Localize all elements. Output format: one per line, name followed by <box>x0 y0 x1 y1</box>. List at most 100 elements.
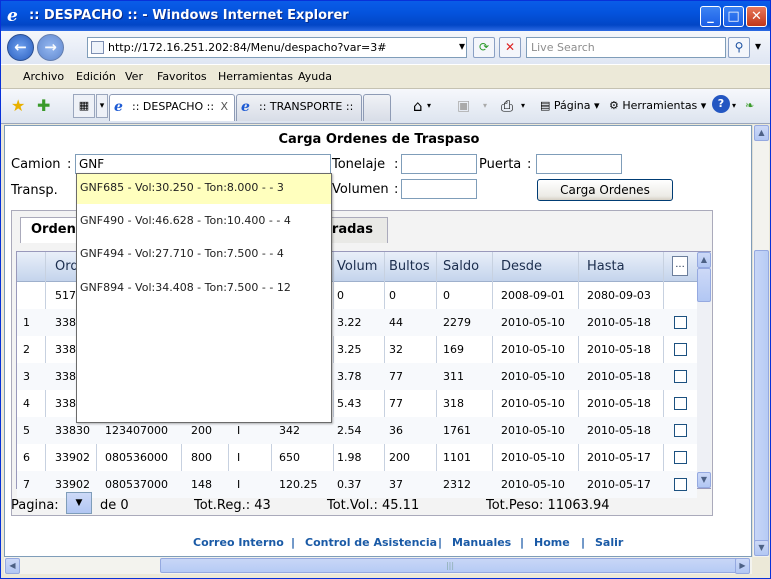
page-select[interactable]: ▼ <box>66 492 92 514</box>
research-icon[interactable]: ❧ <box>745 97 754 115</box>
col-volum[interactable]: Volum <box>337 259 377 274</box>
page-vertical-scrollbar[interactable]: ▲ ▼ <box>752 125 769 557</box>
menu-favoritos[interactable]: Favoritos <box>157 70 207 83</box>
home-icon[interactable]: ⌂ <box>413 97 423 115</box>
col-desde[interactable]: Desde <box>501 259 542 274</box>
ie-logo-icon: e <box>7 6 18 26</box>
cell-sal: 318 <box>443 397 464 410</box>
cell-bul: 37 <box>389 478 403 491</box>
total-peso: Tot.Peso: 11063.94 <box>486 498 610 513</box>
page-menu[interactable]: ▤ Página ▾ <box>540 97 600 115</box>
tab-despacho[interactable]: e :: DESPACHO :: X <box>109 94 235 121</box>
cell-vol: 3.22 <box>337 316 362 329</box>
close-button[interactable]: ✕ <box>746 6 767 27</box>
autocomplete-option[interactable]: GNF894 - Vol:34.408 - Ton:7.500 - - 12 <box>77 274 331 304</box>
tools-menu-label: Herramientas <box>622 99 698 112</box>
table-row[interactable]: 6 33902 080536000 800 I 650 1.98 200 1101 2010-05… <box>17 444 697 471</box>
back-button[interactable]: ← <box>7 34 34 61</box>
close-tab-icon[interactable]: X <box>220 95 228 119</box>
menu-ver[interactable]: Ver <box>125 70 143 83</box>
print-dropdown-icon[interactable]: ▾ <box>521 97 525 115</box>
col-bultos[interactable]: Bultos <box>389 259 430 274</box>
cell-vol: 3.25 <box>337 343 362 356</box>
stop-icon[interactable]: ✕ <box>499 37 521 58</box>
row-checkbox[interactable] <box>674 451 687 464</box>
row-checkbox[interactable] <box>674 424 687 437</box>
columns-menu-button[interactable]: ... <box>672 256 688 276</box>
volumen-input[interactable] <box>401 179 477 199</box>
grid-scroll-thumb[interactable] <box>697 268 711 302</box>
minimize-button[interactable]: _ <box>700 6 721 27</box>
menu-ayuda[interactable]: Ayuda <box>298 70 332 83</box>
cell-c2: 148 <box>191 478 212 491</box>
link-manuales[interactable]: Manuales <box>452 536 511 549</box>
url-text: http://172.16.251.202:84/Menu/despacho?v… <box>108 41 387 54</box>
search-icon[interactable]: ⚲ <box>728 37 750 58</box>
link-salir[interactable]: Salir <box>595 536 623 549</box>
grid-scrollbar[interactable]: ▲ ▼ <box>697 252 711 488</box>
menu-edicion[interactable]: Edición <box>76 70 116 83</box>
cell-c1: 080537000 <box>105 478 168 491</box>
link-home[interactable]: Home <box>534 536 570 549</box>
horizontal-scroll-thumb[interactable]: ||| <box>160 558 740 573</box>
menu-herramientas[interactable]: Herramientas <box>218 70 293 83</box>
cell-sal: 2279 <box>443 316 471 329</box>
link-control-asistencia[interactable]: Control de Asistencia <box>305 536 437 549</box>
print-icon[interactable]: ⎙ <box>501 97 513 115</box>
carga-ordenes-button[interactable]: Carga Ordenes <box>537 179 673 201</box>
search-options-icon[interactable]: ▾ <box>750 37 766 58</box>
address-input[interactable]: http://172.16.251.202:84/Menu/despacho?v… <box>87 37 467 58</box>
scroll-left-icon[interactable]: ◀ <box>5 558 20 574</box>
vertical-scroll-thumb[interactable] <box>754 250 769 555</box>
help-icon[interactable]: ? <box>712 95 730 113</box>
forward-button[interactable]: → <box>37 34 64 61</box>
scroll-down-icon[interactable]: ▼ <box>697 472 711 488</box>
feeds-icon[interactable]: ▣ <box>457 97 470 115</box>
quick-tabs-icon[interactable]: ▦ <box>73 94 95 118</box>
cell-sal: 1761 <box>443 424 471 437</box>
table-row[interactable]: 7 33902 080537000 148 I 120.25 0.37 37 2312 2010-… <box>17 471 697 498</box>
feeds-dropdown-icon[interactable]: ▾ <box>483 97 487 115</box>
row-checkbox[interactable] <box>674 370 687 383</box>
home-dropdown-icon[interactable]: ▾ <box>427 97 431 115</box>
help-dropdown-icon[interactable]: ▾ <box>732 97 736 115</box>
autocomplete-option[interactable]: GNF494 - Vol:27.710 - Ton:7.500 - - 4 <box>77 240 331 270</box>
camion-input[interactable]: GNF <box>75 154 331 174</box>
row-checkbox[interactable] <box>674 478 687 491</box>
cell-desde: 2010-05-10 <box>501 478 565 491</box>
scroll-up-icon[interactable]: ▲ <box>754 125 769 141</box>
address-dropdown-icon[interactable]: ▾ <box>451 37 473 58</box>
cell-n: 5 <box>23 424 30 437</box>
title-bar: e :: DESPACHO :: - Windows Internet Expl… <box>1 1 770 31</box>
total-registros: Tot.Reg.: 43 <box>194 498 271 513</box>
refresh-icon[interactable]: ⟳ <box>473 37 495 58</box>
row-checkbox[interactable] <box>674 316 687 329</box>
tonelaje-input[interactable] <box>401 154 477 174</box>
favorites-star-icon[interactable]: ★ <box>11 97 25 115</box>
puerta-input[interactable] <box>536 154 622 174</box>
scroll-down-icon[interactable]: ▼ <box>754 540 769 556</box>
tools-menu[interactable]: ⚙ Herramientas ▾ <box>609 97 706 115</box>
menu-archivo[interactable]: Archivo <box>23 70 64 83</box>
search-input[interactable]: Live Search <box>526 37 726 58</box>
autocomplete-option[interactable]: GNF490 - Vol:46.628 - Ton:10.400 - - 4 <box>77 207 331 237</box>
maximize-button[interactable]: □ <box>723 6 744 27</box>
new-tab-button[interactable] <box>363 94 391 121</box>
tab-transporte[interactable]: e :: TRANSPORTE :: <box>236 94 362 121</box>
scroll-right-icon[interactable]: ▶ <box>735 558 750 574</box>
tab-list-icon[interactable]: ▾ <box>96 94 108 118</box>
volumen-colon: : <box>394 182 399 197</box>
col-saldo[interactable]: Saldo <box>443 259 479 274</box>
col-hasta[interactable]: Hasta <box>587 259 625 274</box>
scroll-up-icon[interactable]: ▲ <box>697 252 711 268</box>
page-horizontal-scrollbar[interactable]: ◀ ||| ▶ <box>4 557 752 574</box>
row-checkbox[interactable] <box>674 397 687 410</box>
cell-n: 6 <box>23 451 30 464</box>
autocomplete-option[interactable]: GNF685 - Vol:30.250 - Ton:8.000 - - 3 <box>77 174 331 204</box>
cell-n: 7 <box>23 478 30 491</box>
add-favorites-icon[interactable]: ✚ <box>37 97 50 115</box>
row-checkbox[interactable] <box>674 343 687 356</box>
link-correo-interno[interactable]: Correo Interno <box>193 536 284 549</box>
ie-page-icon: e <box>241 99 250 115</box>
camion-label: Camion <box>11 157 61 172</box>
